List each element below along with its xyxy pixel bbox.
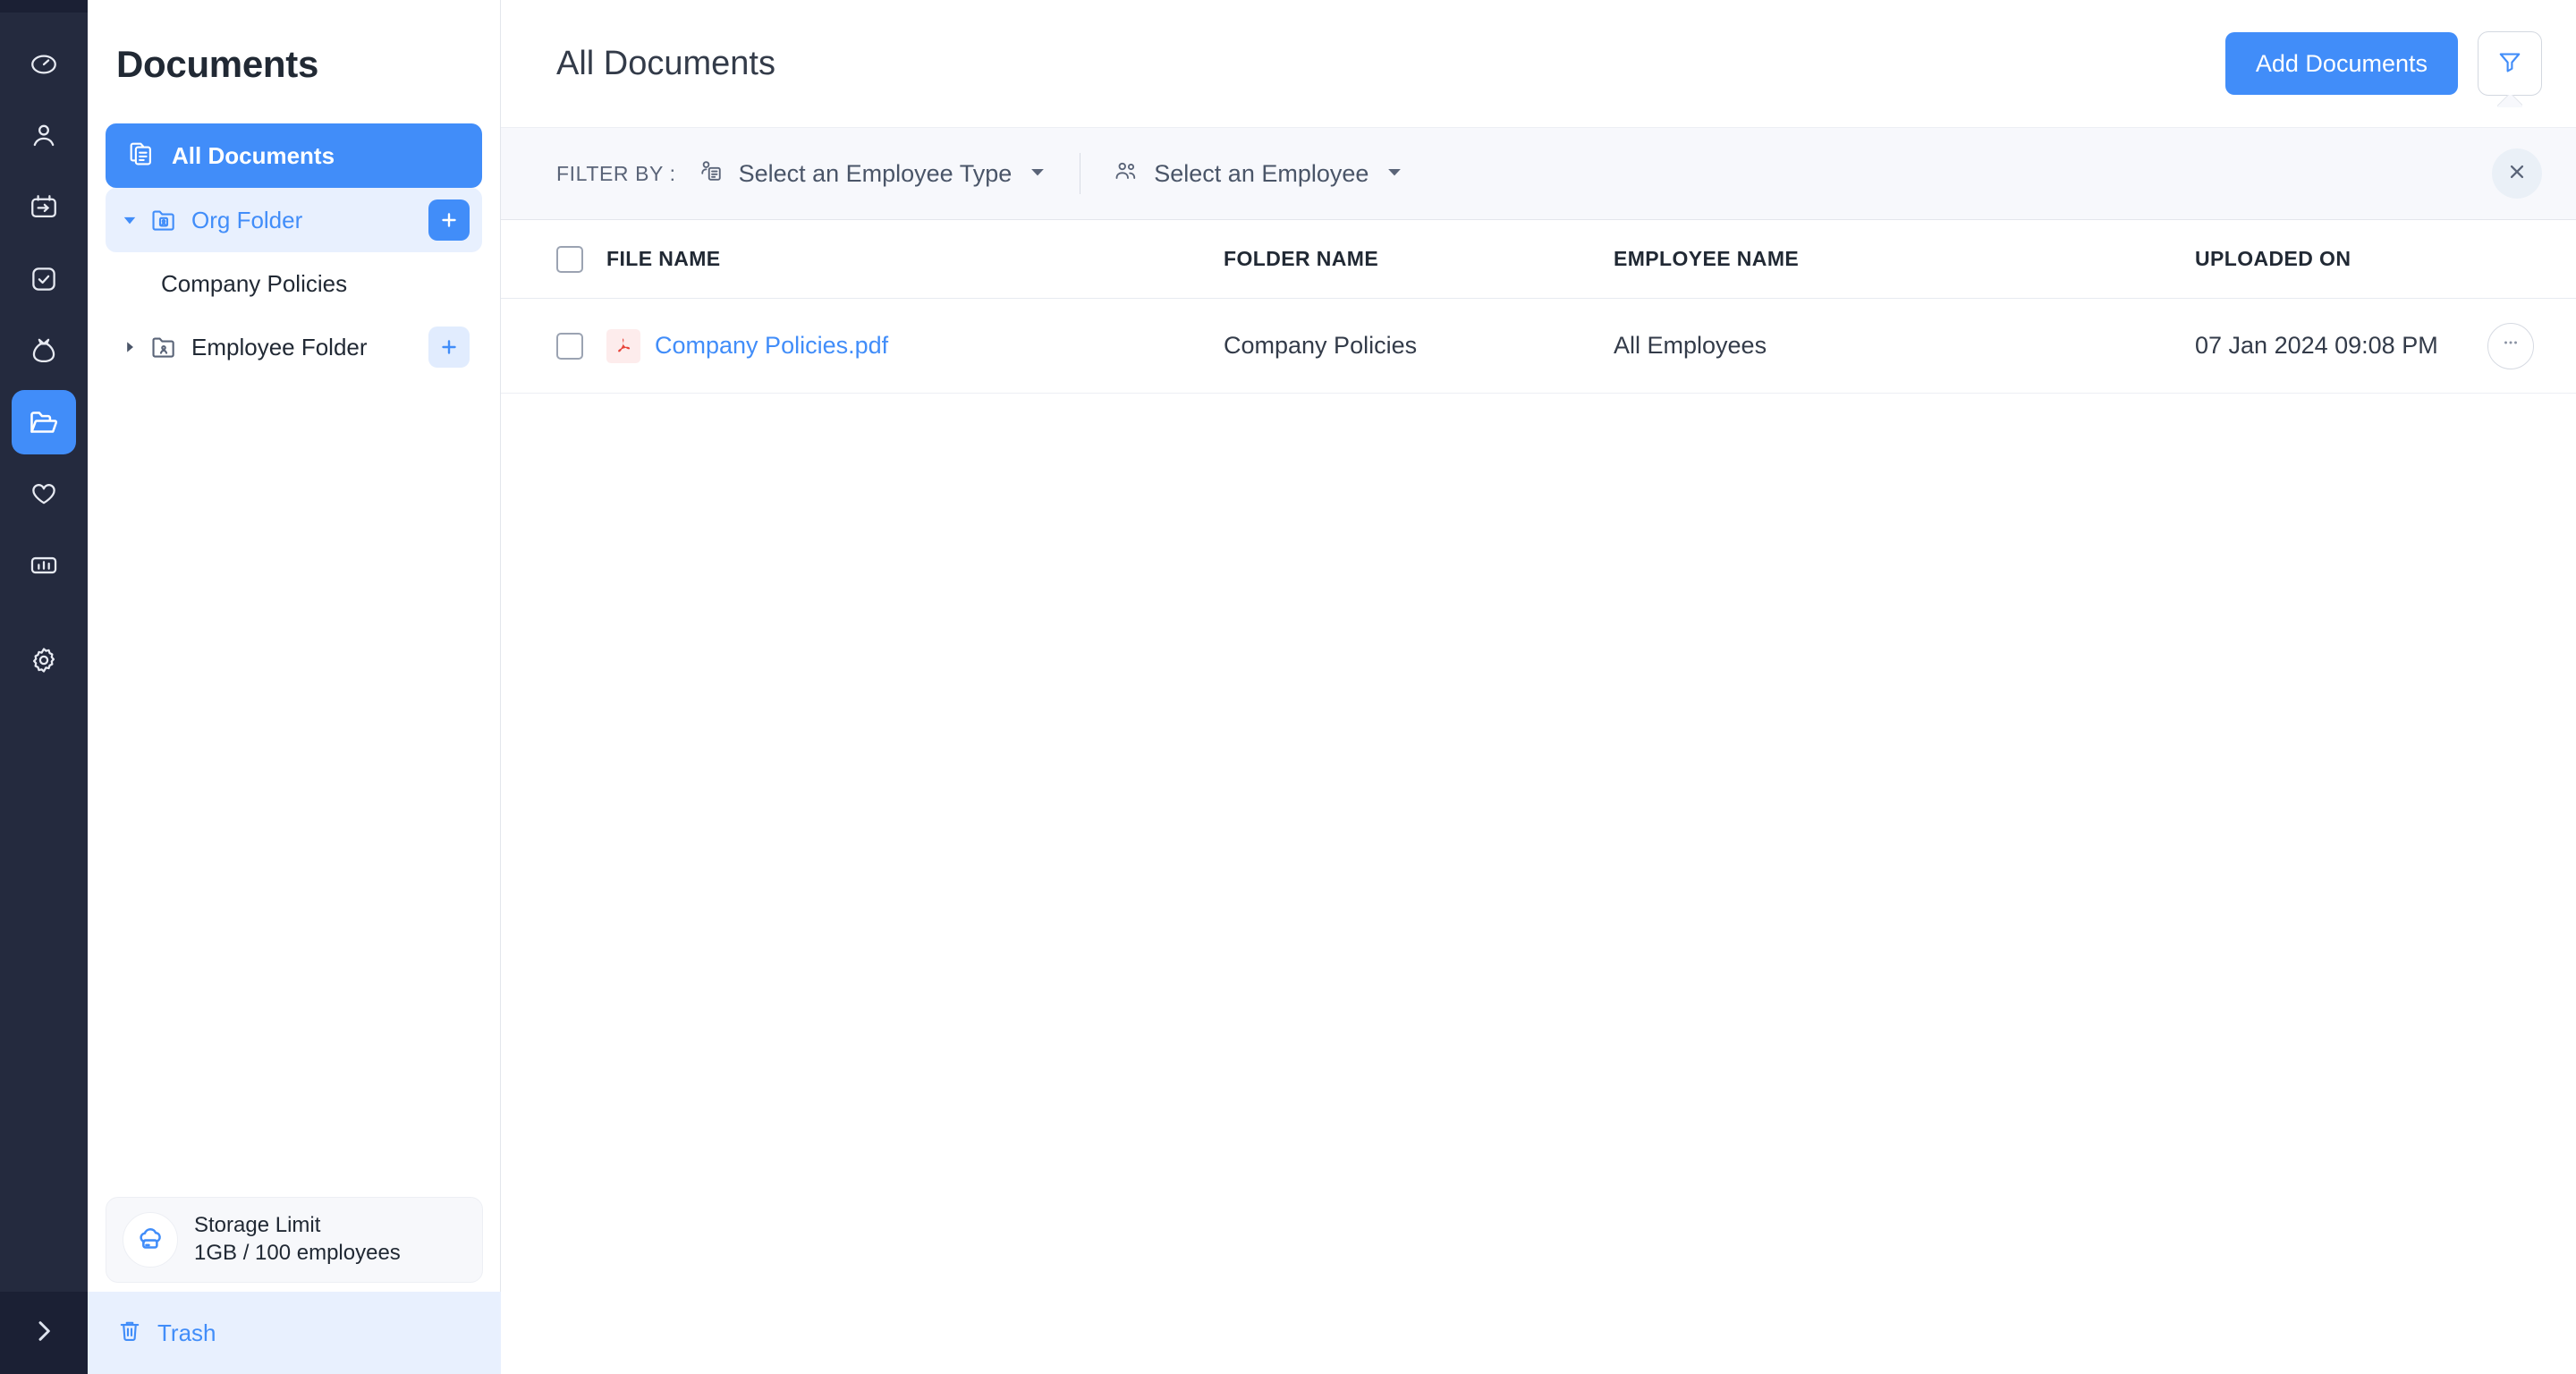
filter-tooltip-arrow xyxy=(2497,95,2522,107)
trash-icon xyxy=(116,1318,143,1349)
documents-side-panel: Documents All Documents xyxy=(88,0,501,1374)
filter-toggle-button[interactable] xyxy=(2478,31,2542,96)
select-all-checkbox[interactable] xyxy=(556,246,583,273)
icon-rail xyxy=(0,0,88,1374)
page-title: All Documents xyxy=(556,45,775,83)
chevron-right-icon xyxy=(30,1317,58,1350)
main-content: All Documents Add Documents FILTER BY : xyxy=(501,0,2576,1374)
heart-icon xyxy=(29,479,59,509)
documents-table: FILE NAME FOLDER NAME EMPLOYEE NAME UPLO… xyxy=(501,220,2576,394)
column-header-folder-name[interactable]: FOLDER NAME xyxy=(1224,247,1614,271)
caret-down-icon[interactable] xyxy=(1385,162,1404,186)
employee-type-icon xyxy=(698,158,724,190)
table-header-row: FILE NAME FOLDER NAME EMPLOYEE NAME UPLO… xyxy=(501,220,2576,299)
sidebar-item-label: Org Folder xyxy=(191,207,302,234)
gear-icon xyxy=(29,645,59,675)
add-employee-folder-button[interactable] xyxy=(428,327,470,368)
folder-tree: All Documents Org Folder xyxy=(88,123,500,379)
rail-item-leave[interactable] xyxy=(12,175,76,240)
rail-top-cap xyxy=(0,0,88,13)
sidebar-item-label: All Documents xyxy=(172,142,335,170)
side-panel-title: Documents xyxy=(88,0,500,86)
column-header-uploaded-on[interactable]: UPLOADED ON xyxy=(2195,247,2479,271)
sidebar-subitem-label: Company Policies xyxy=(161,270,347,298)
cell-actions xyxy=(2479,323,2542,369)
documents-stack-icon xyxy=(127,140,156,173)
close-icon xyxy=(2505,160,2529,188)
row-select-cell xyxy=(556,333,606,360)
filter-by-label: FILTER BY : xyxy=(556,162,676,186)
rail-item-dashboard[interactable] xyxy=(12,32,76,97)
employee-filter[interactable]: Select an Employee xyxy=(1113,158,1404,190)
rail-item-reports[interactable] xyxy=(12,533,76,598)
caret-down-icon[interactable] xyxy=(118,211,141,229)
main-header: All Documents Add Documents xyxy=(501,0,2576,127)
sidebar-item-all-documents[interactable]: All Documents xyxy=(106,123,482,188)
rail-item-benefits[interactable] xyxy=(12,462,76,526)
sidebar-subitem-company-policies[interactable]: Company Policies xyxy=(106,252,482,315)
money-bag-icon xyxy=(29,335,59,366)
rail-item-payroll[interactable] xyxy=(12,318,76,383)
table-row[interactable]: Company Policies.pdf Company Policies Al… xyxy=(501,299,2576,394)
employee-value: Select an Employee xyxy=(1154,160,1368,188)
storage-limit-card: Storage Limit 1GB / 100 employees xyxy=(106,1197,483,1283)
select-all-cell xyxy=(556,246,606,273)
caret-right-icon[interactable] xyxy=(118,339,141,355)
rail-icon-list xyxy=(12,32,76,700)
add-documents-button[interactable]: Add Documents xyxy=(2225,32,2458,95)
cloud-storage-icon xyxy=(123,1212,178,1268)
header-actions: Add Documents xyxy=(2225,31,2542,96)
cell-uploaded-on: 07 Jan 2024 09:08 PM xyxy=(2195,332,2479,360)
chart-bar-icon xyxy=(29,550,59,581)
file-link[interactable]: Company Policies.pdf xyxy=(606,329,888,363)
add-org-folder-button[interactable] xyxy=(428,199,470,241)
calendar-arrow-icon xyxy=(29,192,59,223)
close-filter-button[interactable] xyxy=(2492,148,2542,199)
funnel-icon xyxy=(2496,48,2523,80)
speedometer-icon xyxy=(29,49,59,80)
checkbox-square-icon xyxy=(29,264,59,294)
storage-title: Storage Limit xyxy=(194,1212,401,1239)
employee-type-value: Select an Employee Type xyxy=(739,160,1013,188)
rail-item-settings[interactable] xyxy=(12,628,76,692)
folder-org-icon xyxy=(148,206,179,234)
rail-item-tasks[interactable] xyxy=(12,247,76,311)
app-root: Documents All Documents xyxy=(0,0,2576,1374)
column-header-file-name[interactable]: FILE NAME xyxy=(606,247,1224,271)
cell-file-name: Company Policies.pdf xyxy=(606,329,1224,363)
sidebar-item-label: Employee Folder xyxy=(191,334,368,361)
employee-type-filter[interactable]: Select an Employee Type xyxy=(698,158,1048,190)
storage-subtitle: 1GB / 100 employees xyxy=(194,1239,401,1267)
user-icon xyxy=(29,121,59,151)
filter-bar: FILTER BY : Select an Employee Type xyxy=(501,127,2576,220)
employees-icon xyxy=(1113,158,1140,190)
trash-label: Trash xyxy=(157,1319,216,1347)
cell-folder-name: Company Policies xyxy=(1224,332,1614,360)
rail-expand-button[interactable] xyxy=(0,1292,88,1374)
more-horizontal-icon[interactable] xyxy=(2487,323,2534,369)
pdf-icon xyxy=(606,329,640,363)
row-checkbox[interactable] xyxy=(556,333,583,360)
caret-down-icon[interactable] xyxy=(1028,162,1047,186)
folder-employee-icon xyxy=(148,333,179,361)
rail-item-people[interactable] xyxy=(12,104,76,168)
sidebar-item-employee-folder[interactable]: Employee Folder xyxy=(106,315,482,379)
sidebar-item-org-folder[interactable]: Org Folder xyxy=(106,188,482,252)
column-header-employee-name[interactable]: EMPLOYEE NAME xyxy=(1614,247,2195,271)
sidebar-item-trash[interactable]: Trash xyxy=(88,1292,501,1374)
rail-item-documents[interactable] xyxy=(12,390,76,454)
cell-employee-name: All Employees xyxy=(1614,332,2195,360)
folder-open-icon xyxy=(28,406,60,438)
file-name-text: Company Policies.pdf xyxy=(655,332,888,360)
